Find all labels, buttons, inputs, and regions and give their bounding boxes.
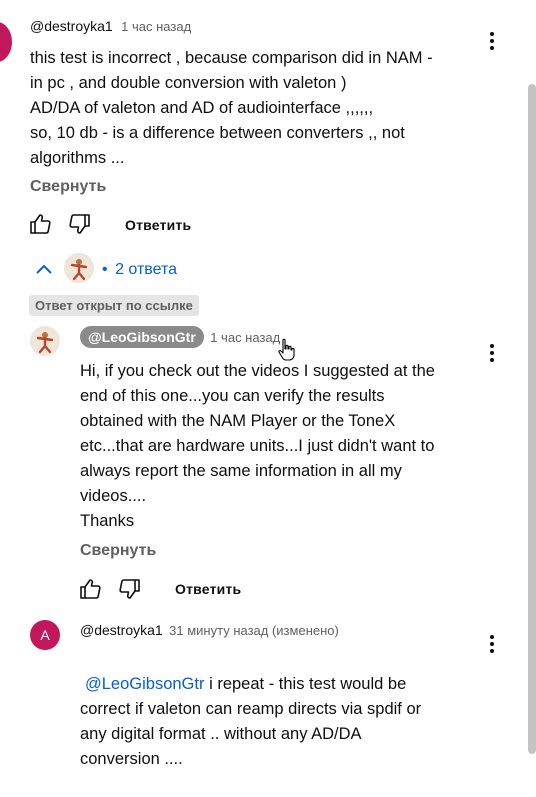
- replies-bullet: •: [102, 261, 108, 278]
- reply2-timestamp[interactable]: 31 минуту назад (изменено): [169, 623, 339, 638]
- reply-reply-button[interactable]: Ответить: [175, 581, 241, 597]
- comment-text: this test is incorrect , because compari…: [30, 49, 433, 167]
- reply2-header: @destroyka1 31 минуту назад (изменено): [80, 622, 339, 640]
- comment-header: @destroyka1 1 час назад: [30, 18, 191, 36]
- scrollbar-thumb[interactable]: [528, 84, 536, 754]
- like-icon[interactable]: [28, 212, 52, 236]
- reply-author-avatar-small: [64, 253, 94, 283]
- reply-dislike-icon[interactable]: [118, 577, 142, 601]
- replies-toggle[interactable]: • 2 ответа: [102, 261, 177, 279]
- avatar-destroyka1[interactable]: [0, 22, 12, 62]
- reply-collapse-button[interactable]: Свернуть: [80, 542, 156, 560]
- avatar-destroyka1-reply[interactable]: A: [30, 620, 60, 650]
- reply-header: @LeoGibsonGtr 1 час назад: [80, 326, 280, 348]
- reply-text: Hi, if you check out the videos I sugges…: [80, 362, 435, 530]
- replies-count-label[interactable]: 2 ответа: [115, 261, 177, 278]
- collapse-button[interactable]: Свернуть: [30, 178, 106, 196]
- comment-author-handle[interactable]: @destroyka1: [30, 18, 113, 34]
- reply-like-icon[interactable]: [78, 577, 102, 601]
- reply2-text-rest: correct if valeton can reamp directs via…: [80, 700, 422, 768]
- reply-button[interactable]: Ответить: [125, 217, 191, 233]
- comment-timestamp[interactable]: 1 час назад: [121, 19, 191, 34]
- reply2-text-first: i repeat - this test would be: [204, 675, 407, 693]
- reply2-text: @LeoGibsonGtr i repeat - this test would…: [80, 647, 500, 797]
- avatar-letter: A: [40, 627, 50, 643]
- mention-link[interactable]: @LeoGibsonGtr: [85, 675, 204, 693]
- avatar-leogibsongtr[interactable]: [30, 326, 60, 356]
- reply-author-handle[interactable]: @LeoGibsonGtr: [80, 326, 204, 348]
- linked-reply-badge: Ответ открыт по ссылке: [29, 295, 199, 316]
- reply2-author-handle[interactable]: @destroyka1: [80, 622, 163, 638]
- dislike-icon[interactable]: [68, 212, 92, 236]
- chevron-up-icon[interactable]: [35, 262, 53, 276]
- reply-timestamp[interactable]: 1 час назад: [210, 330, 280, 345]
